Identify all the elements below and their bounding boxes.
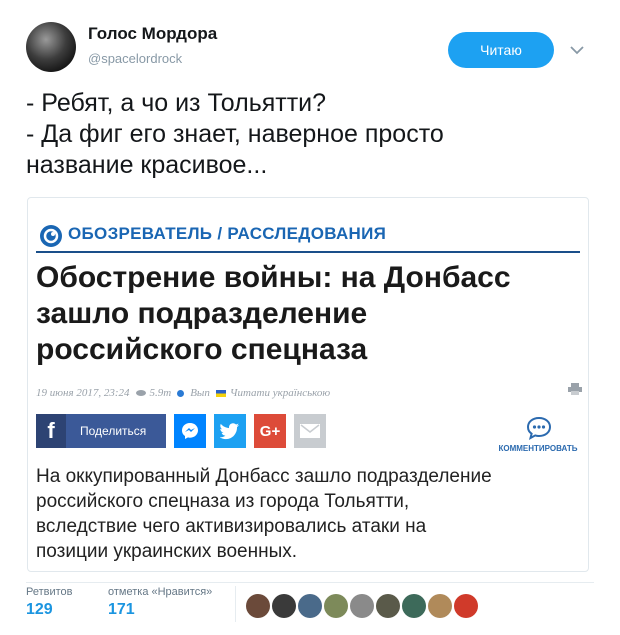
- language-link: Читати українською: [229, 387, 331, 399]
- gplus-share-button: G+: [254, 414, 286, 448]
- likers-avatars: [246, 594, 480, 618]
- chevron-down-icon[interactable]: [568, 40, 586, 60]
- headline-line: Обострение войны: на Донбасс: [36, 261, 511, 294]
- obozrevatel-logo-icon: [40, 225, 62, 247]
- article-meta: 19 июня 2017, 23:24 5.9т Вып Читати укра…: [36, 385, 336, 401]
- tweet-text-line: - Ребят, а чо из Тольятти?: [26, 89, 327, 117]
- article-views: 5.9т: [149, 387, 172, 399]
- tweet-text-line: название красивое...: [26, 151, 268, 179]
- comment-label: КОММЕНТИРОВАТЬ: [498, 444, 578, 453]
- author-handle[interactable]: @spacelordrock: [88, 51, 182, 66]
- tweet-text: - Ребят, а чо из Тольятти? - Да фиг его …: [26, 88, 596, 181]
- lead-line: позиции украинских военных.: [36, 541, 298, 562]
- views-icon: [135, 390, 146, 396]
- retweets-stat[interactable]: Ретвитов 129: [26, 586, 73, 619]
- author-avatar[interactable]: [26, 22, 76, 72]
- headline-line: российского спецназа: [36, 333, 368, 366]
- article-lead: На оккупированный Донбасс зашло подразде…: [36, 464, 581, 564]
- site-logo-text: ОБОЗРЕВАТЕЛЬ / РАССЛЕДОВАНИЯ: [68, 224, 387, 243]
- email-share-button: [294, 414, 326, 448]
- article-comments: Вып: [190, 387, 210, 399]
- liker-avatar[interactable]: [428, 594, 452, 618]
- divider: [235, 586, 236, 622]
- share-bar: f Поделиться G+: [36, 414, 326, 448]
- article-date: 19 июня 2017, 23:24: [36, 387, 130, 399]
- tweet-media-image[interactable]: ОБОЗРЕВАТЕЛЬ / РАССЛЕДОВАНИЯ Обострение …: [27, 197, 589, 572]
- divider: [36, 251, 580, 253]
- liker-avatar[interactable]: [454, 594, 478, 618]
- speech-bubble-icon: [526, 416, 552, 440]
- comments-icon: [177, 389, 185, 397]
- twitter-share-button: [214, 414, 246, 448]
- liker-avatar[interactable]: [246, 594, 270, 618]
- lead-line: вследствие чего активизировались атаки н…: [36, 516, 427, 537]
- comment-button: КОММЕНТИРОВАТЬ: [498, 416, 578, 456]
- divider: [26, 582, 594, 583]
- twitter-bird-icon: [220, 423, 239, 440]
- tweet-text-line: - Да фиг его знает, наверное просто: [26, 120, 444, 148]
- gplus-icon: G+: [259, 422, 281, 440]
- liker-avatar[interactable]: [350, 594, 374, 618]
- retweets-count: 129: [26, 601, 53, 618]
- messenger-icon: [182, 423, 198, 439]
- retweets-label: Ретвитов: [26, 586, 73, 598]
- headline-line: зашло подразделение: [36, 297, 368, 330]
- lead-line: На оккупированный Донбасс зашло подразде…: [36, 466, 492, 487]
- liker-avatar[interactable]: [272, 594, 296, 618]
- facebook-share-label: Поделиться: [80, 424, 147, 438]
- messenger-share-button: [174, 414, 206, 448]
- author-display-name[interactable]: Голос Мордора: [88, 24, 217, 44]
- liker-avatar[interactable]: [298, 594, 322, 618]
- following-button[interactable]: Читаю: [448, 32, 554, 68]
- print-icon: [568, 382, 582, 395]
- likes-count: 171: [108, 601, 135, 618]
- liker-avatar[interactable]: [376, 594, 400, 618]
- liker-avatar[interactable]: [324, 594, 348, 618]
- likes-stat[interactable]: отметка «Нравится» 171: [108, 586, 212, 619]
- article-headline: Обострение войны: на Донбасс зашло подра…: [36, 260, 581, 368]
- envelope-icon: [300, 424, 320, 438]
- facebook-share-button: f Поделиться: [36, 414, 166, 448]
- likes-label: отметка «Нравится»: [108, 586, 213, 598]
- ukraine-flag-icon: [215, 389, 226, 397]
- facebook-icon: f: [36, 414, 66, 448]
- lead-line: российского спецназа из города Тольятти,: [36, 491, 410, 512]
- liker-avatar[interactable]: [402, 594, 426, 618]
